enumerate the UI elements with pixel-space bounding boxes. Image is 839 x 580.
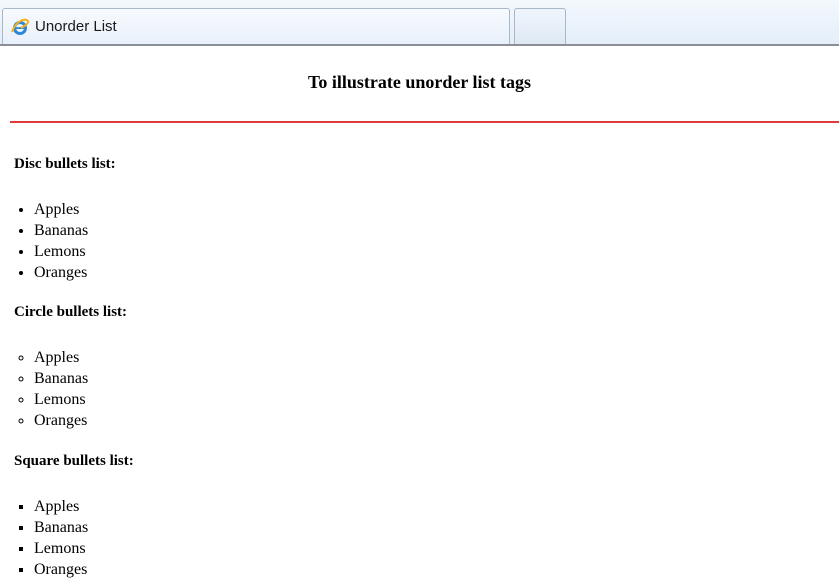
disc-list-title: Disc bullets list: — [14, 156, 116, 172]
square-list-title: Square bullets list: — [14, 453, 134, 469]
list-item: Apples — [34, 199, 88, 220]
square-bullets-list: Apples Bananas Lemons Oranges — [0, 496, 88, 580]
list-item: Lemons — [34, 538, 88, 559]
list-item: Apples — [34, 347, 88, 368]
browser-tab[interactable]: Unorder List — [2, 8, 510, 44]
list-item: Lemons — [34, 389, 88, 410]
list-item: Oranges — [34, 559, 88, 580]
circle-list-title: Circle bullets list: — [14, 304, 128, 320]
circle-bullets-list: Apples Bananas Lemons Oranges — [0, 347, 88, 431]
list-item: Apples — [34, 496, 88, 517]
horizontal-rule — [10, 121, 839, 123]
list-item: Bananas — [34, 517, 88, 538]
browser-tab-bar: Unorder List — [0, 0, 839, 46]
list-item: Oranges — [34, 410, 88, 431]
tab-title: Unorder List — [35, 18, 117, 35]
internet-explorer-icon — [10, 17, 30, 37]
disc-bullets-list: Apples Bananas Lemons Oranges — [0, 199, 88, 283]
page-title: To illustrate unorder list tags — [307, 72, 531, 92]
new-tab-button[interactable] — [514, 8, 566, 44]
list-item: Oranges — [34, 262, 88, 283]
list-item: Bananas — [34, 220, 88, 241]
list-item: Bananas — [34, 368, 88, 389]
list-item: Lemons — [34, 241, 88, 262]
